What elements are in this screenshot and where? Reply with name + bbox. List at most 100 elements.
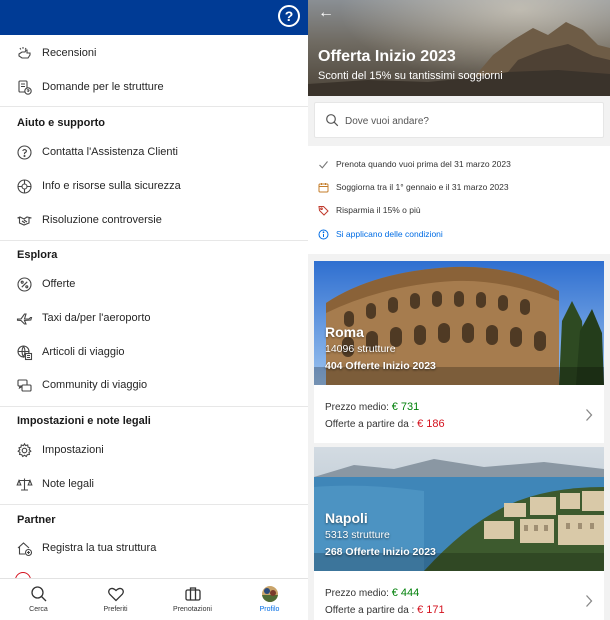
section-title-impostazioni: Impostazioni e note legali (17, 415, 151, 427)
menu-item-sicurezza[interactable]: Info e risorse sulla sicurezza (0, 171, 308, 201)
nav-label: Preferiti (103, 606, 128, 613)
destination-search-input[interactable] (345, 111, 595, 131)
destination-offer-count: 404 Offerte Inizio 2023 (325, 360, 436, 372)
destination-offer-count: 268 Offerte Inizio 2023 (325, 546, 436, 558)
average-price-line: Prezzo medio: € 444 (325, 587, 419, 599)
from-price-line: Offerte a partire da : € 171 (325, 604, 445, 616)
suitcase-icon (183, 584, 203, 604)
condition-row: Risparmia il 15% o più (318, 202, 421, 218)
from-price-line: Offerte a partire da : € 186 (325, 418, 445, 430)
menu-item-taxi[interactable]: Taxi da/per l'aeroporto (0, 303, 308, 333)
profile-menu-pane: ? Recensioni Domande per le strutture Ai… (0, 0, 308, 620)
menu-item-note-legali[interactable]: Note legali (0, 469, 308, 499)
menu-item-label: Taxi da/per l'aeroporto (42, 312, 151, 324)
house-add-icon (16, 540, 33, 557)
average-price-value: € 444 (391, 587, 420, 599)
menu-item-controversie[interactable]: Risoluzione controversie (0, 205, 308, 235)
hero-title: Offerta Inizio 2023 (318, 48, 456, 65)
menu-item-label: Registra la tua struttura (42, 542, 157, 554)
community-icon (16, 377, 33, 394)
menu-item-label: Risoluzione controversie (42, 214, 162, 226)
calendar-icon (318, 182, 329, 193)
percent-icon (16, 276, 33, 293)
destination-search-box[interactable] (314, 102, 604, 138)
help-icon[interactable]: ? (278, 5, 300, 27)
nav-label: Cerca (29, 606, 48, 613)
hero-subtitle: Sconti del 15% su tantissimi soggiorni (318, 70, 503, 82)
menu-item-domande[interactable]: Domande per le strutture (0, 72, 308, 102)
section-title-aiuto: Aiuto e supporto (17, 117, 105, 129)
plane-icon (16, 310, 33, 327)
nav-cerca[interactable]: Cerca (0, 579, 77, 620)
menu-item-recensioni[interactable]: Recensioni (0, 38, 308, 68)
safety-icon (16, 178, 33, 195)
chevron-right-icon[interactable] (584, 594, 594, 608)
nav-label: Prenotazioni (173, 606, 212, 613)
menu-header: ? (0, 0, 308, 35)
menu-item-label: Info e risorse sulla sicurezza (42, 180, 181, 192)
destination-card-roma[interactable]: Roma 14096 strutture 404 Offerte Inizio … (314, 261, 604, 443)
menu-divider (0, 504, 308, 505)
bottom-navigation: Cerca Preferiti Prenotazioni Profilo (0, 578, 308, 620)
question-circle-icon (16, 144, 33, 161)
price-summary: Prezzo medio: € 731 Offerte a partire da… (314, 387, 604, 443)
tag-icon (318, 205, 329, 216)
offer-page-pane: ← Offerta Inizio 2023 Sconti del 15% su … (308, 0, 610, 620)
scales-icon (16, 476, 33, 493)
destination-card-napoli[interactable]: Napoli 5313 strutture 268 Offerte Inizio… (314, 447, 604, 620)
menu-divider (0, 106, 308, 107)
info-icon (318, 229, 329, 240)
menu-item-articoli[interactable]: Articoli di viaggio (0, 337, 308, 367)
nav-prenotazioni[interactable]: Prenotazioni (154, 579, 231, 620)
average-price-label: Prezzo medio: (325, 402, 389, 413)
menu-item-label: Impostazioni (42, 444, 104, 456)
chevron-right-icon[interactable] (584, 408, 594, 422)
menu-item-offerte[interactable]: Offerte (0, 269, 308, 299)
menu-item-label: Contatta l'Assistenza Clienti (42, 146, 178, 158)
menu-divider (0, 240, 308, 241)
menu-item-label: Articoli di viaggio (42, 346, 125, 358)
section-title-esplora: Esplora (17, 249, 58, 261)
from-price-label: Offerte a partire da : (325, 605, 415, 616)
offer-conditions: Prenota quando vuoi prima del 31 marzo 2… (308, 146, 610, 254)
menu-item-label: Community di viaggio (42, 379, 148, 391)
question-doc-icon (16, 79, 33, 96)
conditions-link[interactable]: Si applicano delle condizioni (336, 229, 443, 239)
destination-name: Napoli (325, 510, 368, 526)
search-icon (325, 113, 339, 127)
menu-item-impostazioni[interactable]: Impostazioni (0, 435, 308, 465)
conditions-link-row[interactable]: Si applicano delle condizioni (318, 226, 443, 242)
destination-property-count: 5313 strutture (325, 529, 390, 541)
condition-text: Risparmia il 15% o più (336, 205, 421, 215)
menu-item-label: Note legali (42, 478, 94, 490)
menu-divider (0, 406, 308, 407)
average-price-line: Prezzo medio: € 731 (325, 401, 419, 413)
section-title-partner: Partner (17, 514, 56, 526)
price-summary: Prezzo medio: € 444 Offerte a partire da… (314, 573, 604, 620)
menu-item-label: Domande per le strutture (42, 81, 164, 93)
search-icon (29, 584, 49, 604)
gear-icon (16, 442, 33, 459)
nav-preferiti[interactable]: Preferiti (77, 579, 154, 620)
menu-item-label: Recensioni (42, 47, 97, 59)
globe-article-icon (16, 344, 33, 361)
condition-row: Soggiorna tra il 1° gennaio e il 31 marz… (318, 179, 509, 195)
heart-icon (106, 584, 126, 604)
condition-row: Prenota quando vuoi prima del 31 marzo 2… (318, 156, 511, 172)
nav-profilo[interactable]: Profilo (231, 579, 308, 620)
from-price-value: € 186 (417, 418, 445, 430)
menu-item-label: Offerte (42, 278, 76, 290)
handshake-icon (16, 212, 33, 229)
destination-name: Roma (325, 324, 364, 340)
menu-item-assistenza[interactable]: Contatta l'Assistenza Clienti (0, 137, 308, 167)
back-arrow-icon[interactable]: ← (318, 4, 336, 22)
average-price-label: Prezzo medio: (325, 588, 389, 599)
from-price-label: Offerte a partire da : (325, 419, 415, 430)
destination-property-count: 14096 strutture (325, 343, 396, 355)
condition-text: Soggiorna tra il 1° gennaio e il 31 marz… (336, 182, 509, 192)
menu-item-registra[interactable]: Registra la tua struttura (0, 533, 308, 563)
hero-banner: ← Offerta Inizio 2023 Sconti del 15% su … (308, 0, 610, 96)
from-price-value: € 171 (417, 604, 445, 616)
menu-item-community[interactable]: Community di viaggio (0, 370, 308, 400)
average-price-value: € 731 (391, 401, 420, 413)
